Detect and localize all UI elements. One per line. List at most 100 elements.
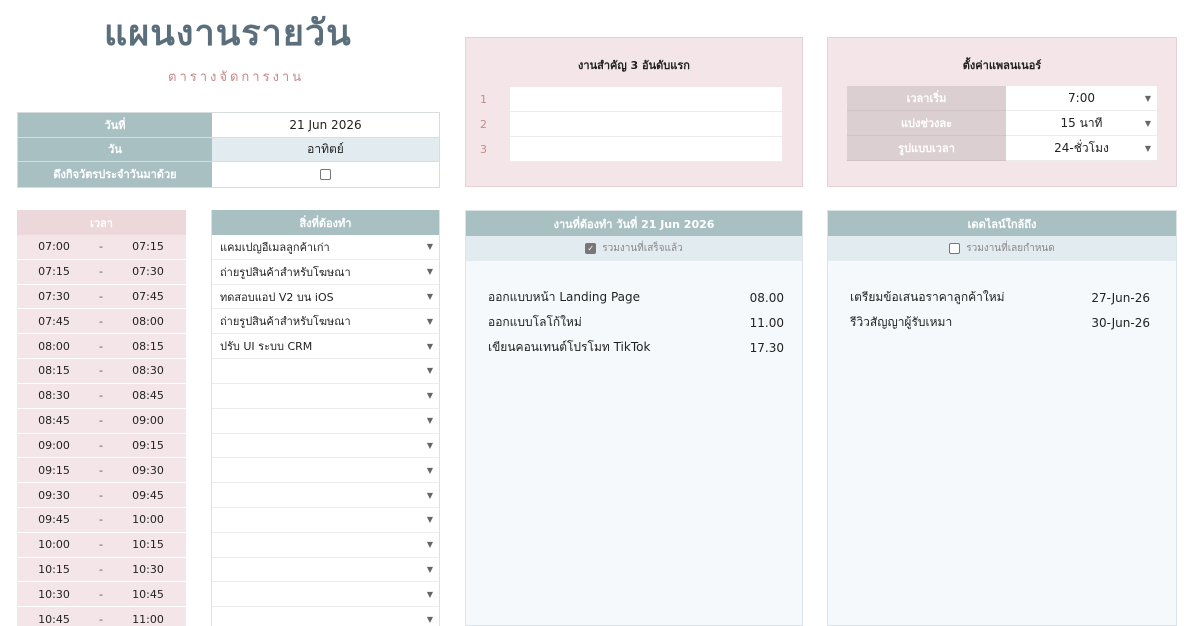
deadline-item: รีวิวสัญญาผู้รับเหมา 30-Jun-26 xyxy=(850,310,1150,335)
todo-select[interactable]: ทดสอบแอป V2 บน iOS ▼ xyxy=(212,285,439,310)
time-slot-row: 10:30 - 10:45 xyxy=(17,582,186,608)
setting-value: 7:00 xyxy=(1068,91,1095,105)
include-done-toggle[interactable]: ✓ รวมงานที่เสร็จแล้ว xyxy=(466,236,802,261)
chevron-down-icon: ▼ xyxy=(426,292,433,302)
slot-start: 08:30 xyxy=(38,389,70,403)
include-done-label: รวมงานที่เสร็จแล้ว xyxy=(602,243,683,254)
todo-select[interactable]: แคมเปญอีเมลลูกค้าเก่า ▼ xyxy=(212,235,439,260)
chevron-down-icon: ▼ xyxy=(426,440,433,450)
slot-end: 10:45 xyxy=(132,587,164,601)
slot-dash: - xyxy=(99,364,103,378)
slot-end: 07:30 xyxy=(132,265,164,279)
time-slot-row: 10:45 - 11:00 xyxy=(17,607,186,626)
slot-dash: - xyxy=(99,414,103,428)
slot-dash: - xyxy=(99,463,103,477)
priority-row: 1 xyxy=(480,87,510,112)
deadline-date: 27-Jun-26 xyxy=(1091,290,1150,305)
time-slot-row: 08:00 - 08:15 xyxy=(17,334,186,360)
slot-end: 08:45 xyxy=(132,389,164,403)
task-item: เขียนคอนเทนต์โปรโมท TikTok 17.30 xyxy=(488,335,784,360)
top-priorities-panel: งานสำคัญ 3 อันดับแรก 1 2 3 xyxy=(465,37,803,187)
slot-dash: - xyxy=(99,438,103,452)
todo-select[interactable]: ▼ xyxy=(212,582,439,608)
slot-end: 08:30 xyxy=(132,364,164,378)
priority-input[interactable] xyxy=(510,112,782,137)
date-label: วันที่ xyxy=(18,113,212,137)
todo-item-label: ถ่ายรูปสินค้าสำหรับโฆษณา xyxy=(220,315,351,329)
deadlines-header: เดดไลน์ใกล้ถึง xyxy=(828,211,1176,236)
include-overdue-label: รวมงานที่เลยกำหนด xyxy=(966,243,1055,254)
slot-start: 08:45 xyxy=(38,414,70,428)
chevron-down-icon: ▼ xyxy=(426,589,433,599)
slot-dash: - xyxy=(99,314,103,328)
tasks-today-panel: งานที่ต้องทำ วันที่ 21 Jun 2026 ✓ รวมงาน… xyxy=(465,210,803,626)
todo-select[interactable]: ถ่ายรูปสินค้าสำหรับโฆษณา ▼ xyxy=(212,309,439,335)
slot-end: 09:15 xyxy=(132,438,164,452)
todo-select[interactable]: ▼ xyxy=(212,607,439,626)
task-item: ออกแบบหน้า Landing Page 08.00 xyxy=(488,285,784,310)
task-item: ออกแบบโลโก้ใหม่ 11.00 xyxy=(488,310,784,335)
slot-end: 10:15 xyxy=(132,538,164,552)
date-value[interactable]: 21 Jun 2026 xyxy=(212,113,439,137)
task-time: 11.00 xyxy=(749,315,784,330)
todo-select[interactable]: ▼ xyxy=(212,434,439,459)
slot-start: 07:30 xyxy=(38,290,70,304)
setting-value: 24-ชั่วโมง xyxy=(1054,140,1109,155)
deadlines-panel: เดดไลน์ใกล้ถึง รวมงานที่เลยกำหนด เตรียมข… xyxy=(827,210,1177,626)
slot-dash: - xyxy=(99,612,103,626)
start-time-select[interactable]: 7:00 ▼ xyxy=(1006,86,1157,111)
todo-select[interactable]: ▼ xyxy=(212,409,439,434)
page-subtitle: ตารางจัดการงาน xyxy=(168,70,305,85)
setting-interval: แบ่งช่วงละ 15 นาที ▼ xyxy=(847,111,1157,136)
include-overdue-toggle[interactable]: รวมงานที่เลยกำหนด xyxy=(828,236,1176,261)
todo-select[interactable]: ▼ xyxy=(212,359,439,384)
time-format-select[interactable]: 24-ชั่วโมง ▼ xyxy=(1006,136,1157,161)
setting-label: เวลาเริ่ม xyxy=(847,86,1006,111)
todo-select[interactable]: ▼ xyxy=(212,384,439,409)
todo-select[interactable]: ถ่ายรูปสินค้าสำหรับโฆษณา ▼ xyxy=(212,260,439,285)
settings-title: ตั้งค่าแพลนเนอร์ xyxy=(962,59,1042,72)
time-slot-row: 10:00 - 10:15 xyxy=(17,533,186,558)
todo-select[interactable]: ปรับ UI ระบบ CRM ▼ xyxy=(212,334,439,360)
setting-label: รูปแบบเวลา xyxy=(847,136,1006,161)
chevron-down-icon: ▼ xyxy=(426,540,433,550)
slot-dash: - xyxy=(99,290,103,304)
todo-select[interactable]: ▼ xyxy=(212,533,439,558)
todo-select[interactable]: ▼ xyxy=(212,483,439,508)
slot-dash: - xyxy=(99,240,103,254)
time-slot-row: 09:30 - 09:45 xyxy=(17,483,186,508)
slot-start: 09:30 xyxy=(38,488,70,502)
time-column-header: เวลา xyxy=(17,210,186,235)
day-value: อาทิตย์ xyxy=(212,137,439,162)
chevron-down-icon: ▼ xyxy=(426,465,433,475)
slot-dash: - xyxy=(99,389,103,403)
time-slot-row: 08:15 - 08:30 xyxy=(17,359,186,384)
time-slot-row: 07:00 - 07:15 xyxy=(17,235,186,260)
check-icon: ✓ xyxy=(585,243,597,254)
routine-checkbox-icon[interactable] xyxy=(320,168,331,180)
deadline-item: เตรียมข้อเสนอราคาลูกค้าใหม่ 27-Jun-26 xyxy=(850,285,1150,310)
chevron-down-icon: ▼ xyxy=(1144,93,1151,103)
checkbox-icon xyxy=(949,243,961,254)
slot-start: 09:15 xyxy=(38,463,70,477)
todo-item-label: ปรับ UI ระบบ CRM xyxy=(220,340,313,354)
todo-select[interactable]: ▼ xyxy=(212,508,439,533)
page-title: แผนงานรายวัน xyxy=(104,13,352,54)
task-name: เขียนคอนเทนต์โปรโมท TikTok xyxy=(488,340,651,354)
chevron-down-icon: ▼ xyxy=(426,341,433,351)
priority-input[interactable] xyxy=(510,137,782,162)
slot-dash: - xyxy=(99,538,103,552)
interval-select[interactable]: 15 นาที ▼ xyxy=(1006,111,1157,136)
time-slot-row: 10:15 - 10:30 xyxy=(17,558,186,583)
slot-start: 10:30 xyxy=(38,587,70,601)
priority-input[interactable] xyxy=(510,87,782,112)
routine-cell xyxy=(212,162,439,187)
date-row: วันที่ 21 Jun 2026 xyxy=(18,113,439,138)
slot-dash: - xyxy=(99,562,103,576)
deadline-name: รีวิวสัญญาผู้รับเหมา xyxy=(850,315,953,329)
chevron-down-icon: ▼ xyxy=(426,515,433,525)
todo-select[interactable]: ▼ xyxy=(212,558,439,583)
slot-end: 09:30 xyxy=(132,463,164,477)
chevron-down-icon: ▼ xyxy=(426,490,433,500)
todo-select[interactable]: ▼ xyxy=(212,458,439,484)
